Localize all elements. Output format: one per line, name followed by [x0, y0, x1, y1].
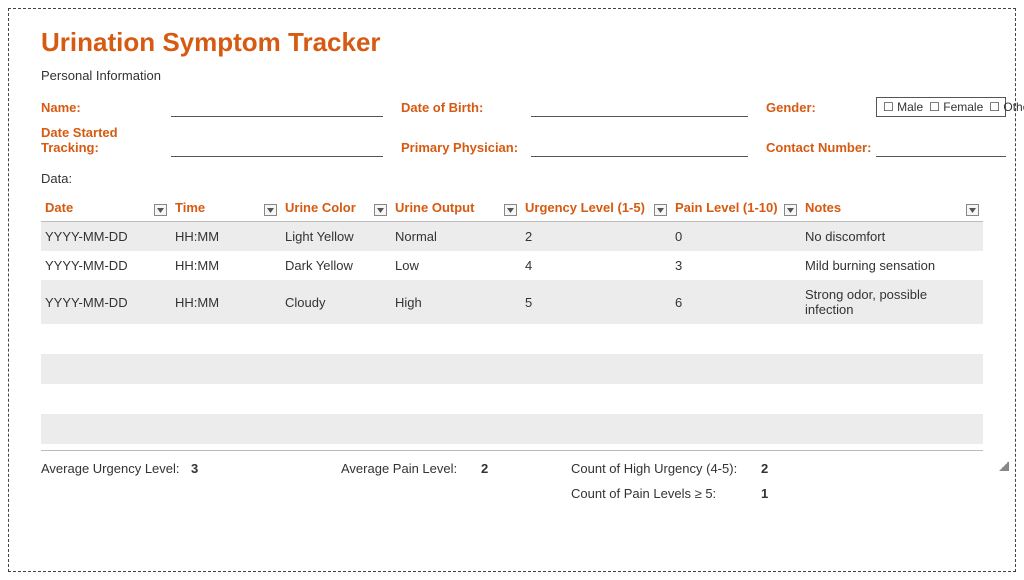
col-pain[interactable]: Pain Level (1-10)	[671, 194, 801, 222]
high-urgency-label: Count of High Urgency (4-5):	[571, 461, 761, 476]
table-row-empty[interactable]	[41, 354, 983, 384]
personal-info-grid: Name: Date of Birth: Gender: ☐ Male ☐ Fe…	[41, 97, 983, 157]
col-output[interactable]: Urine Output	[391, 194, 521, 222]
summary-grid: Average Urgency Level: 3 Average Pain Le…	[41, 461, 983, 501]
table-header-row: Date Time Urine Color Urine Output Urgen…	[41, 194, 983, 222]
col-date[interactable]: Date	[41, 194, 171, 222]
dob-label: Date of Birth:	[401, 100, 531, 117]
table-row[interactable]: YYYY-MM-DD HH:MM Light Yellow Normal 2 0…	[41, 222, 983, 252]
physician-label: Primary Physician:	[401, 140, 531, 157]
divider	[41, 450, 983, 451]
filter-icon[interactable]	[264, 204, 277, 216]
gender-label: Gender:	[766, 100, 876, 117]
col-notes[interactable]: Notes	[801, 194, 983, 222]
name-field[interactable]	[171, 99, 383, 117]
dob-field[interactable]	[531, 99, 748, 117]
contact-field[interactable]	[876, 139, 1006, 157]
filter-icon[interactable]	[154, 204, 167, 216]
section-personal-label: Personal Information	[41, 68, 983, 83]
high-pain-value: 1	[761, 486, 791, 501]
table-body: YYYY-MM-DD HH:MM Light Yellow Normal 2 0…	[41, 222, 983, 445]
avg-pain-value: 2	[481, 461, 511, 476]
table-row-empty	[41, 384, 983, 414]
physician-field[interactable]	[531, 139, 748, 157]
filter-icon[interactable]	[784, 204, 797, 216]
table-row[interactable]: YYYY-MM-DD HH:MM Cloudy High 5 6 Strong …	[41, 280, 983, 324]
high-pain-label: Count of Pain Levels ≥ 5:	[571, 486, 761, 501]
col-time[interactable]: Time	[171, 194, 281, 222]
tracker-page: Urination Symptom Tracker Personal Infor…	[8, 8, 1016, 572]
filter-icon[interactable]	[504, 204, 517, 216]
data-table: Date Time Urine Color Urine Output Urgen…	[41, 194, 983, 444]
table-row-empty	[41, 324, 983, 354]
data-section-label: Data:	[41, 171, 983, 186]
table-row[interactable]: YYYY-MM-DD HH:MM Dark Yellow Low 4 3 Mil…	[41, 251, 983, 280]
contact-label: Contact Number:	[766, 140, 876, 157]
col-urgency[interactable]: Urgency Level (1-5)	[521, 194, 671, 222]
avg-pain-label: Average Pain Level:	[341, 461, 481, 476]
gender-field[interactable]: ☐ Male ☐ Female ☐ Other	[876, 97, 1006, 117]
name-label: Name:	[41, 100, 171, 117]
filter-icon[interactable]	[966, 204, 979, 216]
date-started-label: Date Started Tracking:	[41, 125, 171, 157]
gender-female-checkbox[interactable]: ☐ Female	[929, 100, 983, 114]
filter-icon[interactable]	[654, 204, 667, 216]
page-title: Urination Symptom Tracker	[41, 27, 983, 58]
filter-icon[interactable]	[374, 204, 387, 216]
high-urgency-value: 2	[761, 461, 791, 476]
avg-urgency-value: 3	[191, 461, 221, 476]
date-started-field[interactable]	[171, 139, 383, 157]
gender-male-checkbox[interactable]: ☐ Male	[883, 100, 923, 114]
col-color[interactable]: Urine Color	[281, 194, 391, 222]
avg-urgency-label: Average Urgency Level:	[41, 461, 191, 476]
table-row-empty[interactable]	[41, 414, 983, 444]
gender-other-checkbox[interactable]: ☐ Other	[989, 100, 1024, 114]
